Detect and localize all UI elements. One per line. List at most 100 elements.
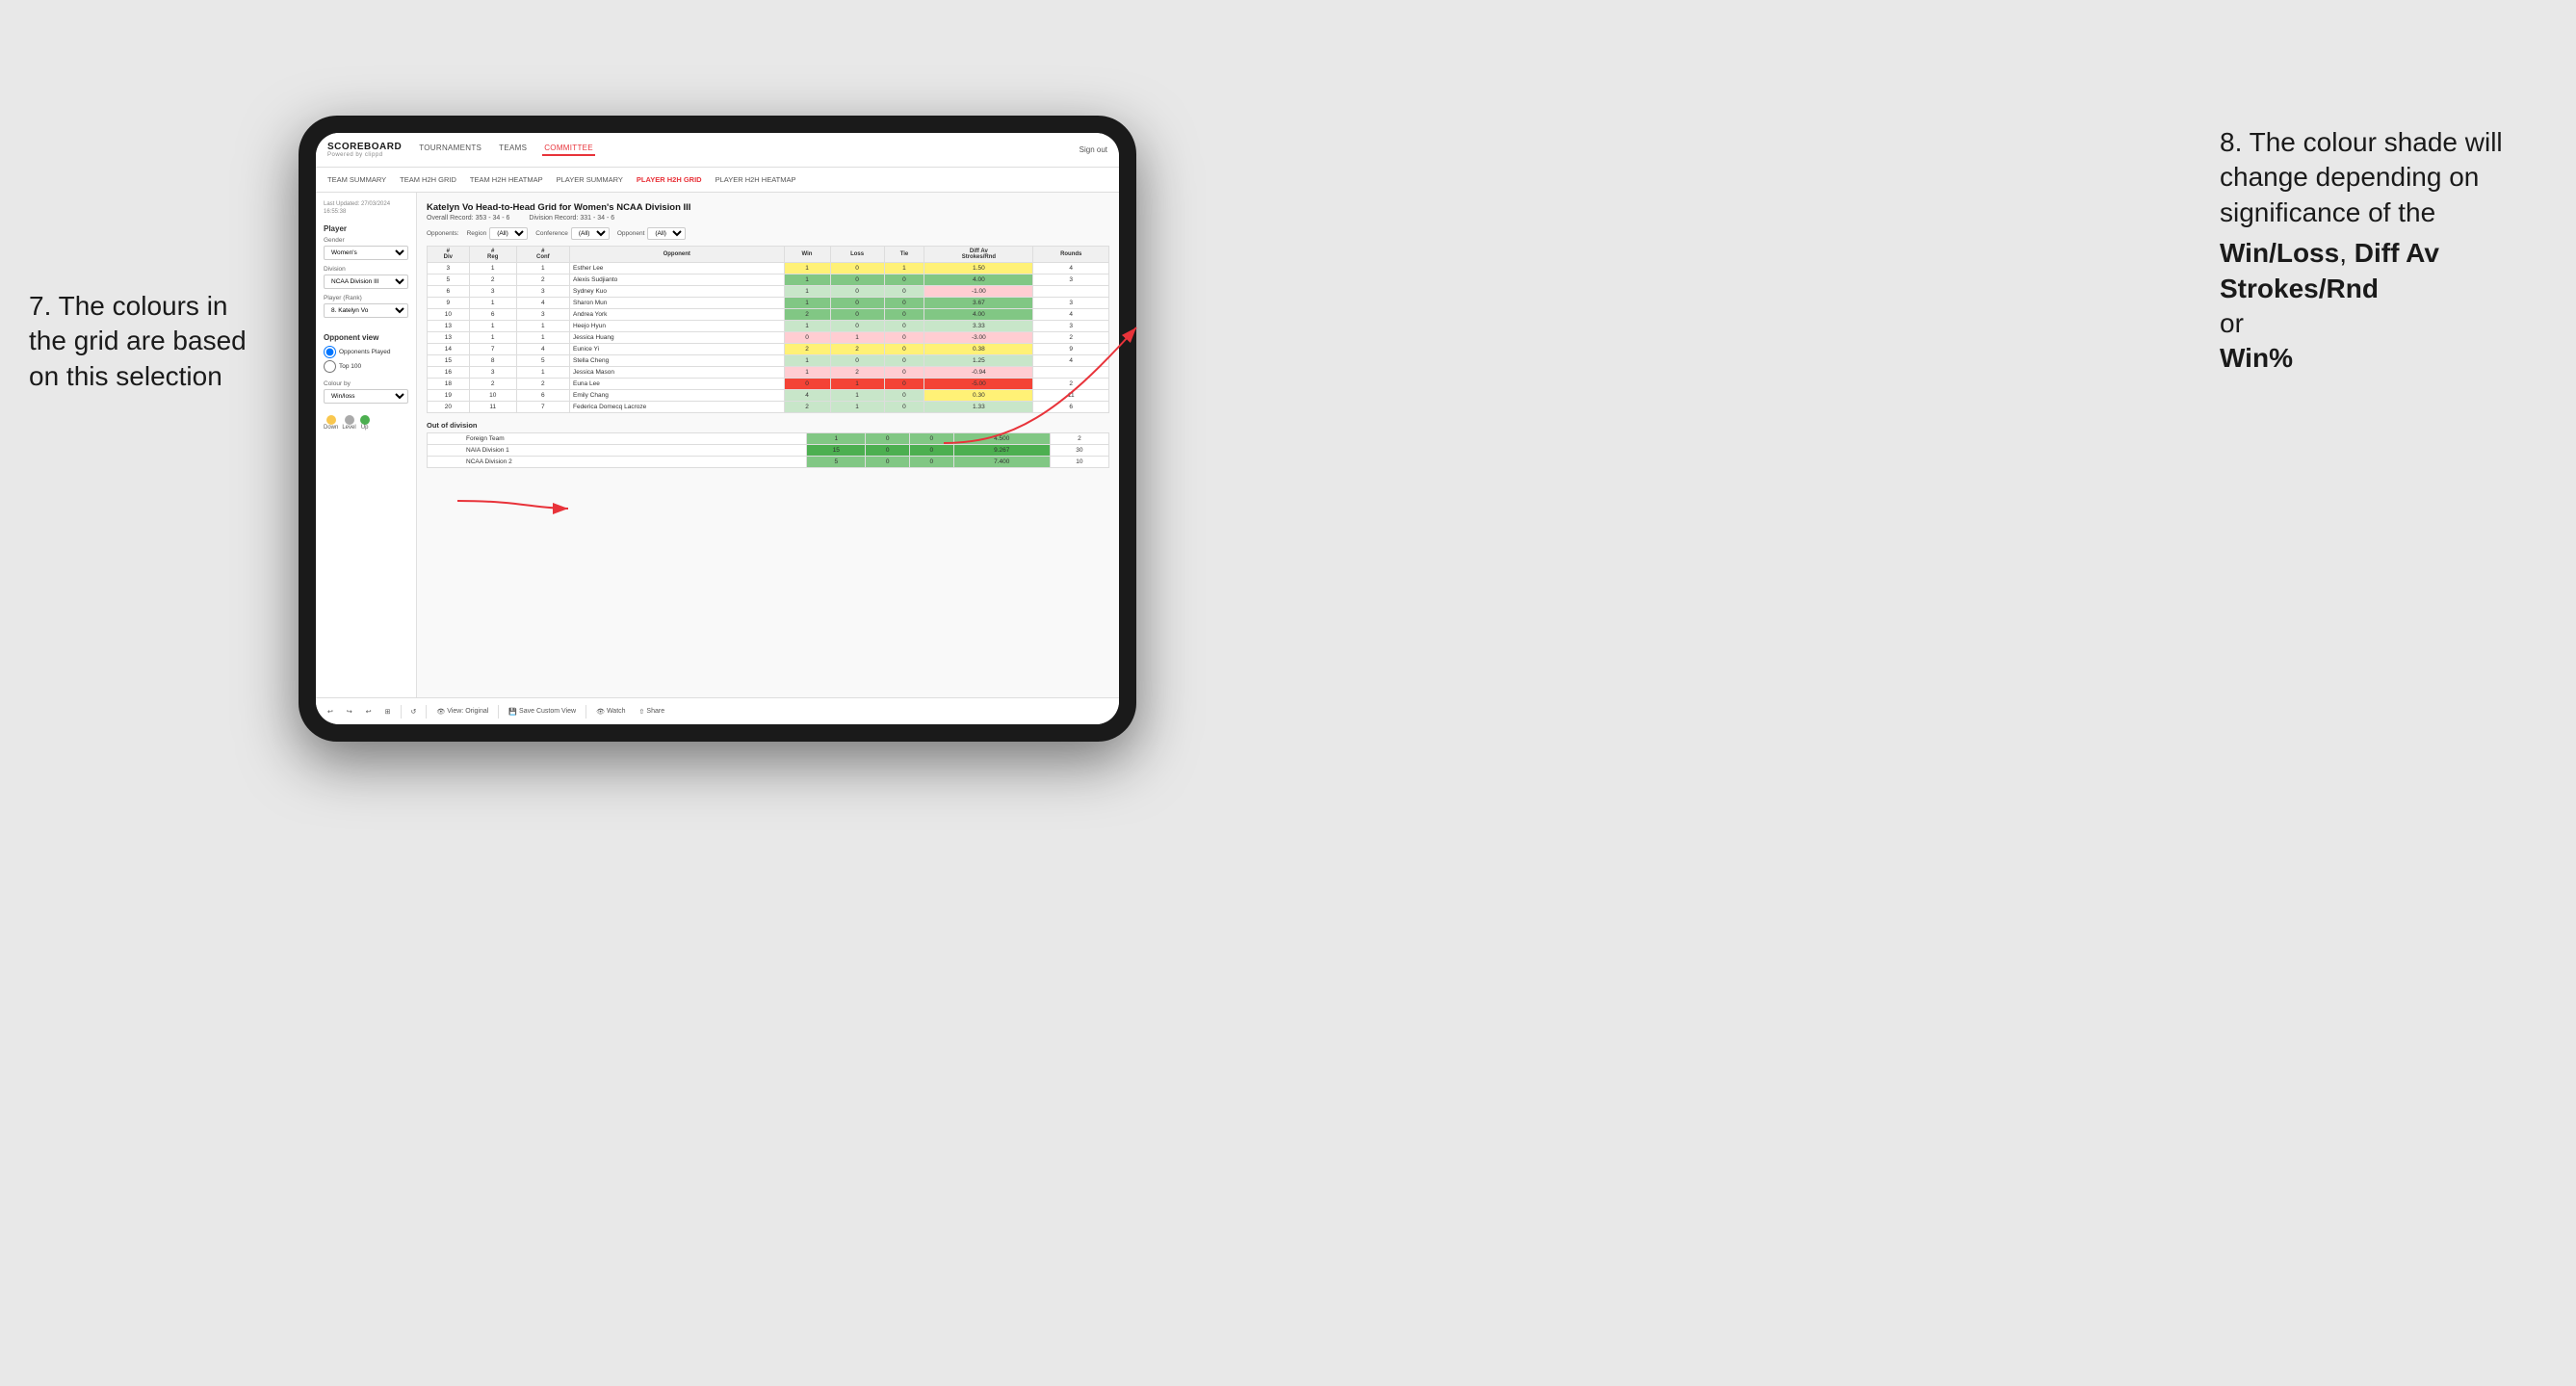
ood-cell-win: 5 <box>807 457 866 468</box>
cell-rounds: 4 <box>1033 263 1109 275</box>
ood-cell-opponent: NAIA Division 1 <box>428 445 807 457</box>
region-filter: Region (All) <box>467 227 529 240</box>
colour-by-label: Colour by <box>324 380 408 387</box>
cell-rounds: 2 <box>1033 379 1109 390</box>
out-of-division-table: Foreign Team 1 0 0 4.500 2 NAIA Division… <box>427 432 1109 468</box>
nav-sign-out[interactable]: Sign out <box>1080 145 1107 154</box>
cell-loss: 0 <box>830 309 884 321</box>
table-row: 14 7 4 Eunice Yi 2 2 0 0.38 9 <box>428 344 1109 355</box>
cell-conf: 5 <box>516 355 569 367</box>
cell-rounds: 11 <box>1033 390 1109 402</box>
toolbar-sep3 <box>498 705 499 719</box>
save-custom-view-btn[interactable]: 💾 Save Custom View <box>505 706 580 718</box>
sub-nav-player-h2h-heatmap[interactable]: PLAYER H2H HEATMAP <box>716 175 796 184</box>
cell-reg: 2 <box>469 379 516 390</box>
sub-nav-team-h2h-grid[interactable]: TEAM H2H GRID <box>400 175 456 184</box>
cell-rounds: 3 <box>1033 321 1109 332</box>
sub-nav-team-summary[interactable]: TEAM SUMMARY <box>327 175 386 184</box>
sub-nav-team-h2h-heatmap[interactable]: TEAM H2H HEATMAP <box>470 175 543 184</box>
cell-conf: 1 <box>516 321 569 332</box>
nav-teams[interactable]: TEAMS <box>497 144 529 156</box>
left-panel: Last Updated: 27/03/2024 16:55:38 Player… <box>316 193 417 697</box>
gender-select[interactable]: Women's <box>324 246 408 260</box>
sub-nav-player-summary[interactable]: PLAYER SUMMARY <box>557 175 623 184</box>
player-rank-select[interactable]: 8. Katelyn Vo <box>324 303 408 318</box>
right-annotation: 8. The colour shade will change dependin… <box>2220 125 2547 377</box>
toolbar: ↩ ↪ ↩ ⊞ ↺ 👁 View: Original 💾 <box>316 697 1119 724</box>
cell-diff: 3.67 <box>924 298 1033 309</box>
step-forward-btn[interactable]: ⊞ <box>381 706 395 718</box>
radio-opponents-played-input[interactable] <box>324 346 336 358</box>
colour-legend: Down Level Up <box>324 415 408 431</box>
col-tie: Tie <box>884 247 924 263</box>
sub-nav-player-h2h-grid[interactable]: PLAYER H2H GRID <box>637 175 702 184</box>
undo-btn[interactable]: ↩ <box>324 706 337 718</box>
cell-opponent: Stella Cheng <box>569 355 784 367</box>
share-btn[interactable]: ⇧ Share <box>636 706 669 718</box>
view-original-btn[interactable]: 👁 View: Original <box>432 706 492 718</box>
table-row: 6 3 3 Sydney Kuo 1 0 0 -1.00 <box>428 286 1109 298</box>
table-row: 20 11 7 Federica Domecq Lacroze 2 1 0 1.… <box>428 402 1109 413</box>
nav-tournaments[interactable]: TOURNAMENTS <box>417 144 483 156</box>
cell-diff: 1.50 <box>924 263 1033 275</box>
ood-cell-win: 1 <box>807 433 866 445</box>
opponent-label: Opponent <box>617 230 645 237</box>
cell-tie: 1 <box>884 263 924 275</box>
cell-win: 1 <box>784 355 830 367</box>
legend-down-dot <box>326 415 336 425</box>
cell-conf: 3 <box>516 286 569 298</box>
watch-icon: 👁 <box>596 708 605 716</box>
cell-loss: 2 <box>830 367 884 379</box>
cell-loss: 0 <box>830 355 884 367</box>
cell-tie: 0 <box>884 390 924 402</box>
cell-rounds: 6 <box>1033 402 1109 413</box>
cell-reg: 6 <box>469 309 516 321</box>
cell-win: 2 <box>784 344 830 355</box>
cell-div: 19 <box>428 390 470 402</box>
cell-tie: 0 <box>884 298 924 309</box>
division-select[interactable]: NCAA Division III <box>324 275 408 289</box>
cell-tie: 0 <box>884 402 924 413</box>
col-rounds: Rounds <box>1033 247 1109 263</box>
step-back-btn[interactable]: ↩ <box>362 706 376 718</box>
cell-conf: 1 <box>516 263 569 275</box>
redo-icon: ↪ <box>347 708 352 716</box>
cell-win: 1 <box>784 321 830 332</box>
table-row: 18 2 2 Euna Lee 0 1 0 -5.00 2 <box>428 379 1109 390</box>
cell-div: 20 <box>428 402 470 413</box>
region-select[interactable]: (All) <box>489 227 528 240</box>
cell-reg: 1 <box>469 298 516 309</box>
tablet-screen: SCOREBOARD Powered by clippd TOURNAMENTS… <box>316 133 1119 724</box>
col-win: Win <box>784 247 830 263</box>
colour-by-select[interactable]: Win/loss <box>324 389 408 404</box>
reset-btn[interactable]: ↺ <box>407 706 421 718</box>
legend-level-label: Level <box>342 425 355 431</box>
opponent-select[interactable]: (All) <box>647 227 686 240</box>
radio-top100-input[interactable] <box>324 360 336 373</box>
opponent-view-label: Opponent view <box>324 333 408 342</box>
ood-cell-opponent: NCAA Division 2 <box>428 457 807 468</box>
conference-filter: Conference (All) <box>535 227 610 240</box>
cell-loss: 0 <box>830 286 884 298</box>
cell-win: 1 <box>784 263 830 275</box>
nav-committee[interactable]: COMMITTEE <box>542 144 595 156</box>
cell-loss: 0 <box>830 263 884 275</box>
col-conf: #Conf <box>516 247 569 263</box>
cell-diff: 1.25 <box>924 355 1033 367</box>
table-row: 10 6 3 Andrea York 2 0 0 4.00 4 <box>428 309 1109 321</box>
cell-reg: 8 <box>469 355 516 367</box>
watch-btn[interactable]: 👁 Watch <box>592 706 629 718</box>
toolbar-sep2 <box>426 705 427 719</box>
opponents-filter-label: Opponents: <box>427 230 459 237</box>
cell-conf: 4 <box>516 344 569 355</box>
redo-btn[interactable]: ↪ <box>343 706 356 718</box>
undo-icon: ↩ <box>327 708 333 716</box>
cell-opponent: Sydney Kuo <box>569 286 784 298</box>
cell-opponent: Heejo Hyun <box>569 321 784 332</box>
cell-loss: 2 <box>830 344 884 355</box>
cell-div: 15 <box>428 355 470 367</box>
cell-div: 5 <box>428 275 470 286</box>
conference-select[interactable]: (All) <box>571 227 610 240</box>
cell-reg: 3 <box>469 367 516 379</box>
out-of-division-header: Out of division <box>427 421 1109 430</box>
